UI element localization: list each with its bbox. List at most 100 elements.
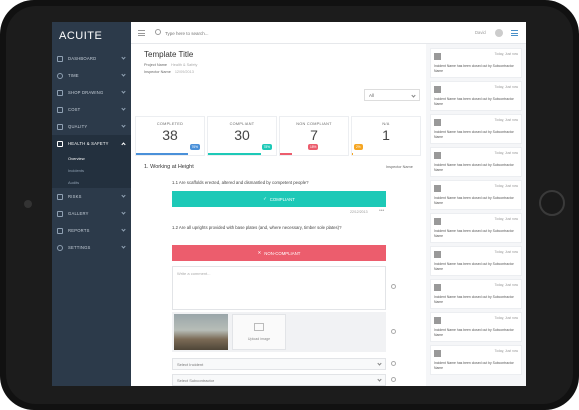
notification-text: Incident Name has been closed out by Sub… xyxy=(434,196,514,205)
stat-percent-badge: 78% xyxy=(261,144,272,150)
upload-label: Upload image xyxy=(247,337,271,341)
sidebar-item-gallery[interactable]: GALLERY xyxy=(52,205,131,222)
app-screen: ACUITE DASHBOARD TIME SHOP DRAWING COST … xyxy=(52,22,526,386)
select-incident[interactable]: Select Incident xyxy=(172,358,386,370)
sidebar-item-shop-drawing[interactable]: SHOP DRAWING xyxy=(52,84,131,101)
stat-value: 1 xyxy=(382,127,390,143)
page-title: Template Title xyxy=(144,50,194,59)
filter-value: All xyxy=(369,93,375,98)
search-input[interactable] xyxy=(165,28,315,38)
sidebar-subitem-audits[interactable]: Audits xyxy=(52,176,131,188)
notification-text: Incident Name has been closed out by Sub… xyxy=(434,163,514,172)
user-name[interactable]: David xyxy=(475,30,486,35)
chevron-down-icon xyxy=(121,244,126,249)
chevron-down-icon xyxy=(377,377,382,382)
stat-na[interactable]: N/A 1 2% xyxy=(351,116,421,156)
non-compliant-button[interactable]: ✕ NON-COMPLIANT xyxy=(172,245,386,261)
stat-label: N/A xyxy=(382,122,390,126)
app-logo: ACUITE xyxy=(59,30,103,42)
notification-item[interactable]: Today, Just now Incident Name has been cl… xyxy=(430,81,522,111)
notification-icon xyxy=(434,119,441,126)
sidebar-item-label: GALLERY xyxy=(68,211,89,216)
menu-icon[interactable] xyxy=(138,30,145,36)
sidebar-item-label: REPORTS xyxy=(68,228,90,233)
stat-compliant[interactable]: COMPLIANT 30 78% xyxy=(207,116,277,156)
notification-icon xyxy=(434,53,441,60)
notification-item[interactable]: Today, Just now Incident Name has been cl… xyxy=(430,48,522,78)
sidebar-item-reports[interactable]: REPORTS xyxy=(52,222,131,239)
sidebar-item-quality[interactable]: QUALITY xyxy=(52,118,131,135)
notification-text: Incident Name has been closed out by Sub… xyxy=(434,295,514,304)
sidebar-subitem-overview[interactable]: Overview xyxy=(52,152,131,164)
sidebar-item-label: DASHBOARD xyxy=(68,56,97,61)
sidebar-item-label: SHOP DRAWING xyxy=(68,90,104,95)
notification-item[interactable]: Today, Just now Incident Name has been cl… xyxy=(430,114,522,144)
notification-item[interactable]: Today, Just now Incident Name has been cl… xyxy=(430,279,522,309)
notification-item[interactable]: Today, Just now Incident Name has been cl… xyxy=(430,180,522,210)
notification-icon xyxy=(434,284,441,291)
answer-date: 22/12/2013 xyxy=(350,210,368,214)
sidebar-item-settings[interactable]: SETTINGS xyxy=(52,239,131,256)
notification-text: Incident Name has been closed out by Sub… xyxy=(434,229,514,238)
notification-time: Today, Just now xyxy=(494,217,518,221)
stat-value: 38 xyxy=(162,127,178,143)
sidebar-item-dashboard[interactable]: DASHBOARD xyxy=(52,50,131,67)
photo-thumbnail[interactable] xyxy=(174,314,228,350)
select-subcontractor[interactable]: Select Subcontractor xyxy=(172,374,386,386)
notification-icon xyxy=(434,251,441,258)
home-button[interactable] xyxy=(539,190,565,216)
close-icon: ✕ xyxy=(257,250,262,255)
notification-icon xyxy=(434,350,441,357)
sidebar-item-risks[interactable]: RISKS xyxy=(52,188,131,205)
chevron-down-icon xyxy=(121,210,126,215)
chevron-down-icon xyxy=(121,123,126,128)
reports-icon xyxy=(57,227,63,234)
notification-item[interactable]: Today, Just now Incident Name has been cl… xyxy=(430,213,522,243)
settings-icon[interactable] xyxy=(391,329,396,334)
stat-label: COMPLIANT xyxy=(229,122,255,126)
chevron-up-icon xyxy=(121,142,126,147)
section-title: 1. Working at Height xyxy=(144,164,194,170)
notification-time: Today, Just now xyxy=(494,283,518,287)
stat-completed[interactable]: COMPLETED 38 76% xyxy=(135,116,205,156)
upload-image-button[interactable]: Upload image xyxy=(232,314,286,350)
settings-icon[interactable] xyxy=(391,284,396,289)
stat-value: 7 xyxy=(310,127,318,143)
sidebar-item-health-safety[interactable]: HEALTH & SAFETY xyxy=(52,135,131,152)
chevron-down-icon xyxy=(121,227,126,232)
inspector-label: Inspector Name xyxy=(144,70,171,74)
notification-icon xyxy=(434,86,441,93)
filter-select[interactable]: All xyxy=(364,89,420,101)
risk-icon xyxy=(57,193,63,200)
notification-item[interactable]: Today, Just now Incident Name has been cl… xyxy=(430,312,522,342)
sidebar-item-label: COST xyxy=(68,107,81,112)
stat-label: COMPLETED xyxy=(156,122,184,126)
inspector-meta: Inspector Name 12/09/2013 xyxy=(144,70,194,74)
list-icon[interactable] xyxy=(511,30,518,36)
notification-item[interactable]: Today, Just now Incident Name has been cl… xyxy=(430,345,522,375)
notification-item[interactable]: Today, Just now Incident Name has been cl… xyxy=(430,147,522,177)
stat-non-compliant[interactable]: NON COMPLIANT 7 18% xyxy=(279,116,349,156)
more-icon[interactable]: ••• xyxy=(379,208,384,214)
notification-item[interactable]: Today, Just now Incident Name has been cl… xyxy=(430,246,522,276)
avatar[interactable] xyxy=(495,29,503,37)
clock-icon xyxy=(57,72,63,79)
compliant-button[interactable]: ✓ COMPLIANT xyxy=(172,191,386,207)
section-inspector: Inspector Name xyxy=(386,165,413,169)
notification-text: Incident Name has been closed out by Sub… xyxy=(434,97,514,106)
notification-text: Incident Name has been closed out by Sub… xyxy=(434,361,514,370)
sidebar-item-time[interactable]: TIME xyxy=(52,67,131,84)
notification-text: Incident Name has been closed out by Sub… xyxy=(434,262,514,271)
comment-field[interactable]: Write a comment... xyxy=(172,266,386,310)
stat-value: 30 xyxy=(234,127,250,143)
chevron-down-icon xyxy=(121,193,126,198)
top-bar: David xyxy=(131,22,526,44)
dashboard-icon xyxy=(57,55,63,62)
settings-icon[interactable] xyxy=(391,361,396,366)
sidebar-item-cost[interactable]: COST xyxy=(52,101,131,118)
sidebar-subitem-incidents[interactable]: Incidents xyxy=(52,164,131,176)
notifications-panel: Today, Just now Incident Name has been cl… xyxy=(426,44,526,386)
answer-label: COMPLIANT xyxy=(269,196,295,202)
notification-time: Today, Just now xyxy=(494,316,518,320)
settings-icon[interactable] xyxy=(391,377,396,382)
